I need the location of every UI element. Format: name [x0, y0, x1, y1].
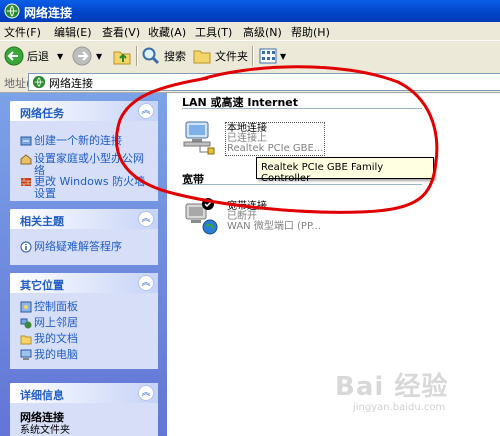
place-label: 网上邻居: [34, 316, 78, 329]
place-label: 我的电脑: [34, 348, 78, 361]
baidu-jingyan-watermark: Bai 经验 jingyan.baidu.com: [333, 366, 493, 426]
other-places-title: 其它位置: [20, 279, 64, 292]
new-connection-icon: [20, 136, 32, 146]
network-tasks-title: 网络任务: [20, 107, 64, 120]
folder-icon: [193, 50, 211, 64]
search-label: 搜索: [164, 50, 186, 63]
toolbar: 后退 ▼ ▼ 搜索 文件夹 ▼: [0, 41, 500, 73]
network-tasks-header[interactable]: 网络任务 ︽: [10, 101, 158, 121]
details-title: 详细信息: [20, 389, 64, 402]
other-places-panel: 其它位置 ︽ 控制面板 网上邻居 我的文档 我的电脑: [10, 273, 158, 369]
details-panel: 详细信息 ︽ 网络连接 系统文件夹: [10, 383, 158, 436]
menu-view[interactable]: 查看(V): [102, 24, 140, 40]
firewall-icon: [21, 178, 31, 186]
task-label: 设置家庭或小型办公网络: [34, 152, 144, 177]
collapse-chevron-icon[interactable]: ︽: [138, 385, 154, 401]
lan-connection-icon: [183, 121, 215, 155]
task-label: 创建一个新的连接: [34, 134, 122, 147]
menu-file[interactable]: 文件(F): [4, 24, 41, 40]
details-header[interactable]: 详细信息 ︽: [10, 383, 158, 403]
broadband-connection-item[interactable]: 宽带连接 已断开 WAN 微型端口 (PP...: [180, 196, 328, 238]
back-arrow-icon: [4, 46, 24, 66]
collapse-chevron-icon[interactable]: ︽: [138, 275, 154, 291]
menu-tools[interactable]: 工具(T): [195, 24, 232, 40]
title-bar: 网络连接: [0, 0, 500, 22]
views-dropdown-icon[interactable]: ▼: [280, 52, 286, 61]
window-title: 网络连接: [24, 6, 73, 20]
search-icon: [142, 47, 160, 65]
menu-edit[interactable]: 编辑(E): [54, 24, 92, 40]
forward-dropdown-icon[interactable]: ▼: [96, 52, 102, 61]
related-topics-header[interactable]: 相关主题 ︽: [10, 209, 158, 229]
broadband-group-divider: [182, 184, 422, 185]
views-button[interactable]: ▼: [258, 45, 286, 67]
collapse-chevron-icon[interactable]: ︽: [138, 211, 154, 227]
related-topics-title: 相关主题: [20, 215, 64, 228]
menu-favorites[interactable]: 收藏(A): [148, 24, 186, 40]
menu-advanced[interactable]: 高级(N): [243, 24, 282, 40]
my-documents-icon: [20, 335, 32, 345]
tooltip-text: Realtek PCIe GBE Family Controller: [261, 162, 384, 184]
task-pane: 网络任务 ︽ 创建一个新的连接 设置家庭或小型办公网络 更改 Windows 防…: [0, 93, 167, 436]
details-type: 系统文件夹: [20, 425, 70, 436]
device-tooltip: Realtek PCIe GBE Family Controller: [256, 157, 434, 184]
back-dropdown-icon[interactable]: ▼: [57, 52, 63, 61]
menu-help[interactable]: 帮助(H): [291, 24, 330, 40]
collapse-chevron-icon[interactable]: ︽: [138, 103, 154, 119]
other-places-header[interactable]: 其它位置 ︽: [10, 273, 158, 293]
folders-label: 文件夹: [215, 50, 248, 63]
views-icon: [259, 48, 277, 64]
lan-connection-device: Realtek PCIe GBE...: [227, 143, 324, 154]
my-computer-icon: [20, 349, 32, 360]
place-label: 我的文档: [34, 332, 78, 345]
place-label: 控制面板: [34, 300, 78, 313]
network-places-icon: [20, 318, 32, 329]
watermark-url: jingyan.baidu.com: [353, 402, 446, 413]
up-folder-icon: [113, 51, 131, 65]
control-panel-icon: [20, 301, 32, 313]
task-label: 更改 Windows 防火墙设置: [34, 175, 146, 200]
forward-arrow-icon: [72, 46, 92, 66]
broadband-connection-device: WAN 微型端口 (PP...: [227, 221, 321, 232]
home-network-icon: [20, 154, 32, 165]
related-topics-panel: 相关主题 ︽ 网络疑难解答程序: [10, 209, 158, 265]
search-button[interactable]: 搜索: [141, 45, 186, 67]
address-value: 网络连接: [49, 77, 93, 90]
related-label: 网络疑难解答程序: [34, 240, 122, 253]
network-connections-icon: [32, 75, 46, 89]
broadband-connection-icon: [185, 198, 218, 235]
watermark-text: Bai 经验: [335, 372, 449, 402]
menu-bar: 文件(F) 编辑(E) 查看(V) 收藏(A) 工具(T) 高级(N) 帮助(H…: [0, 22, 500, 41]
address-bar: 地址(D) 网络连接: [0, 72, 500, 93]
network-connections-icon: [4, 3, 20, 19]
forward-button[interactable]: ▼: [72, 45, 102, 67]
address-field[interactable]: 网络连接: [28, 73, 500, 91]
back-button[interactable]: 后退 ▼: [4, 45, 63, 67]
help-info-icon: [20, 241, 32, 253]
back-label: 后退: [27, 50, 49, 63]
lan-group-divider: [182, 108, 422, 109]
lan-connection-item[interactable]: 本地连接 已连接上 Realtek PCIe GBE...: [180, 118, 328, 160]
network-tasks-panel: 网络任务 ︽ 创建一个新的连接 设置家庭或小型办公网络 更改 Windows 防…: [10, 101, 158, 201]
folders-button[interactable]: 文件夹: [192, 45, 248, 67]
up-folder-button[interactable]: [112, 45, 132, 67]
